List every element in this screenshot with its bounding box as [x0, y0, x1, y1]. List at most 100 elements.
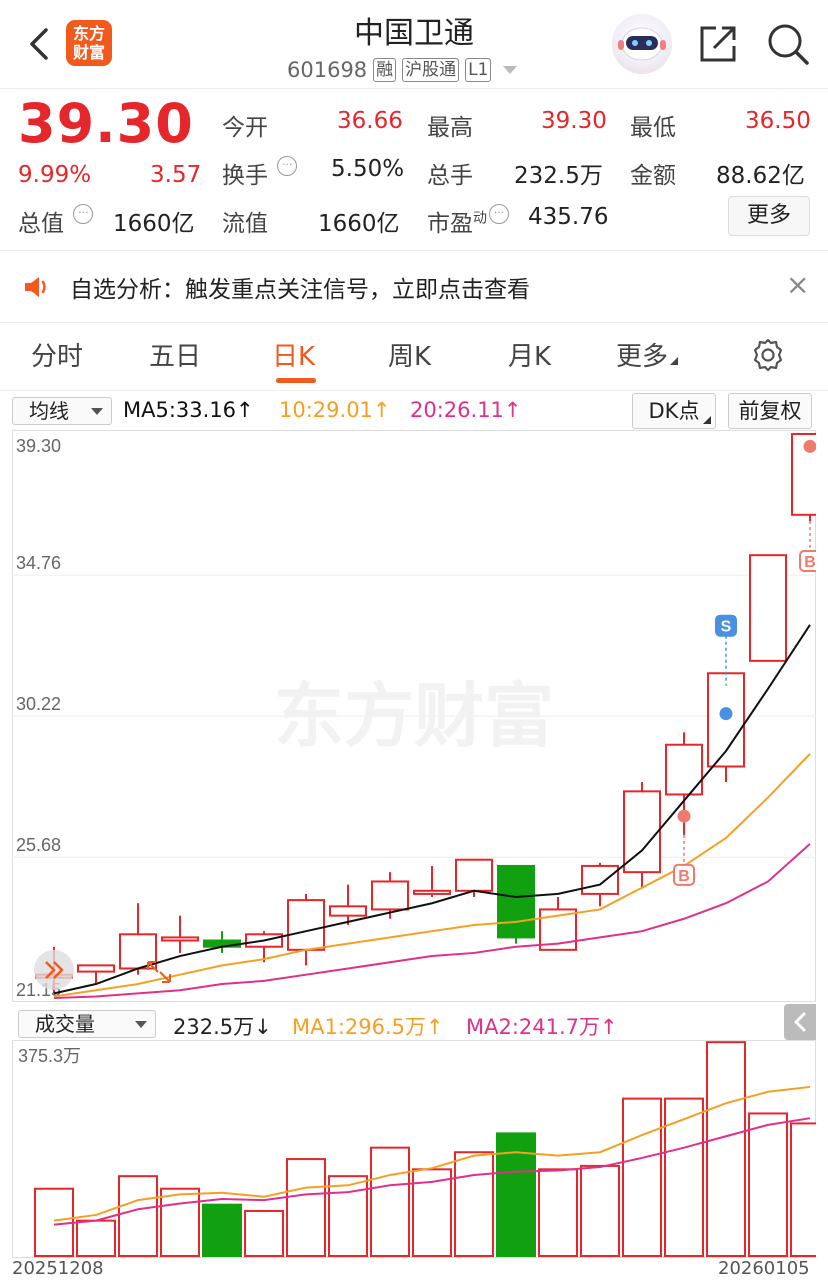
label-volume: 总手	[427, 163, 473, 189]
close-icon[interactable]: ×	[786, 270, 809, 300]
volume-bar[interactable]	[706, 1041, 746, 1257]
robot-icon	[618, 27, 666, 61]
chevron-left-icon	[794, 1012, 806, 1032]
volume-bar[interactable]	[748, 1112, 788, 1257]
volume-indicator-select[interactable]: 成交量	[18, 1010, 156, 1038]
adjust-button[interactable]: 前复权	[728, 393, 812, 429]
candle-body	[161, 936, 199, 942]
change-percent: 9.99%	[18, 162, 92, 188]
ai-assistant-avatar[interactable]	[612, 14, 672, 74]
collapse-panel-button[interactable]	[784, 1004, 816, 1040]
dk-point-label: DK点	[648, 399, 700, 423]
stock-sub-info: 601698 融 沪股通 L1	[287, 56, 518, 84]
signal-dot	[803, 439, 816, 453]
ma20-label: 20:26.11↑	[410, 398, 522, 422]
volume-bar[interactable]	[454, 1151, 494, 1257]
label-turnover: 换手 ···	[222, 156, 298, 190]
candle-body	[329, 905, 367, 917]
tab-five-day[interactable]: 五日	[149, 336, 201, 373]
ma10-label: 10:29.01↑	[279, 398, 391, 422]
volume-bar[interactable]	[790, 1122, 816, 1257]
signal-dot	[677, 809, 691, 823]
candle-body	[77, 964, 115, 973]
gear-icon[interactable]	[750, 337, 786, 373]
volume-bar[interactable]	[370, 1146, 410, 1257]
volume-chart[interactable]: 375.3万	[12, 1040, 816, 1258]
volume-bar[interactable]	[664, 1097, 704, 1257]
corner-triangle-icon	[703, 416, 711, 424]
value-volume: 232.5万	[514, 163, 603, 189]
info-icon[interactable]: ···	[277, 156, 298, 176]
volume-bar[interactable]	[34, 1187, 74, 1257]
turnover-label-text: 换手	[222, 163, 268, 189]
y-tick-label: 34.76	[16, 553, 61, 573]
marker-label: B	[804, 554, 816, 571]
candle-body	[749, 554, 787, 662]
quote-divider	[0, 250, 828, 251]
tab-weekly-k[interactable]: 周K	[388, 336, 431, 373]
info-icon[interactable]: ···	[73, 204, 94, 224]
candle-body	[455, 858, 493, 892]
alert-divider	[0, 322, 828, 323]
value-turnover: 5.50%	[331, 156, 405, 182]
info-icon[interactable]: ···	[489, 204, 509, 224]
market-cap-label-text: 总值	[18, 211, 64, 237]
volume-max-label: 375.3万	[18, 1046, 81, 1066]
label-high: 最高	[427, 115, 473, 141]
candle-body	[287, 899, 325, 951]
value-pe: 435.76	[528, 204, 609, 230]
value-float-cap: 1660亿	[318, 211, 400, 237]
alert-text[interactable]: 自选分析：触发重点关注信号，立即点击查看	[70, 270, 530, 304]
y-tick-label: 30.22	[16, 694, 61, 714]
active-tab-indicator	[276, 378, 316, 383]
tag-margin: 融	[373, 58, 397, 82]
volume-bar[interactable]	[118, 1175, 158, 1257]
volume-ma2: MA2:241.7万↑	[466, 1015, 618, 1039]
label-low: 最低	[630, 115, 676, 141]
volume-bar[interactable]	[202, 1203, 242, 1258]
expand-icon[interactable]	[503, 66, 518, 74]
tab-more-label: 更多	[616, 342, 669, 372]
candle[interactable]	[749, 554, 787, 662]
volume-bar[interactable]	[286, 1158, 326, 1257]
dropdown-icon	[135, 1021, 147, 1028]
indicator-select[interactable]: 均线	[12, 397, 112, 425]
tab-monthly-k[interactable]: 月K	[508, 336, 551, 373]
volume-bar[interactable]	[622, 1097, 662, 1257]
change-amount: 3.57	[150, 162, 202, 188]
volume-bar[interactable]	[538, 1168, 578, 1257]
tab-daily-k[interactable]: 日K	[272, 336, 315, 373]
pe-label-text: 市盈	[427, 211, 473, 237]
dk-point-button[interactable]: DK点	[632, 393, 716, 429]
volume-bar[interactable]	[580, 1164, 620, 1257]
speaker-icon	[25, 277, 46, 297]
signal-dot	[719, 707, 733, 721]
watermark: 东方财富	[274, 675, 554, 757]
indicator-select-label: 均线	[29, 399, 69, 423]
ma5-label: MA5:33.16↑	[123, 398, 254, 422]
candle[interactable]	[497, 864, 535, 944]
pe-superscript: 动	[473, 210, 487, 227]
volume-bar[interactable]	[76, 1219, 116, 1257]
volume-bar[interactable]	[328, 1175, 368, 1257]
y-tick-label: 39.30	[16, 436, 61, 456]
kline-chart[interactable]: 39.3034.7630.2225.6821.15东方财富BSB	[12, 430, 816, 1002]
tab-more[interactable]: 更多	[616, 336, 679, 373]
tabs-divider	[0, 390, 828, 391]
label-market-cap: 总值 ···	[18, 204, 94, 238]
volume-select-label: 成交量	[35, 1012, 95, 1036]
volume-bar[interactable]	[160, 1187, 200, 1257]
label-open: 今开	[222, 115, 268, 141]
volume-bar[interactable]	[244, 1209, 284, 1257]
label-amount: 金额	[630, 163, 676, 189]
tab-intraday[interactable]: 分时	[31, 336, 83, 373]
candle-body	[413, 889, 451, 895]
end-date: 20260105	[718, 1258, 810, 1279]
value-high: 39.30	[541, 108, 607, 134]
search-icon[interactable]	[766, 22, 810, 66]
more-quote-button[interactable]: 更多	[728, 196, 810, 236]
value-low: 36.50	[745, 108, 811, 134]
value-amount: 88.62亿	[716, 163, 805, 189]
dropdown-icon	[91, 408, 103, 415]
share-icon[interactable]	[696, 22, 740, 66]
